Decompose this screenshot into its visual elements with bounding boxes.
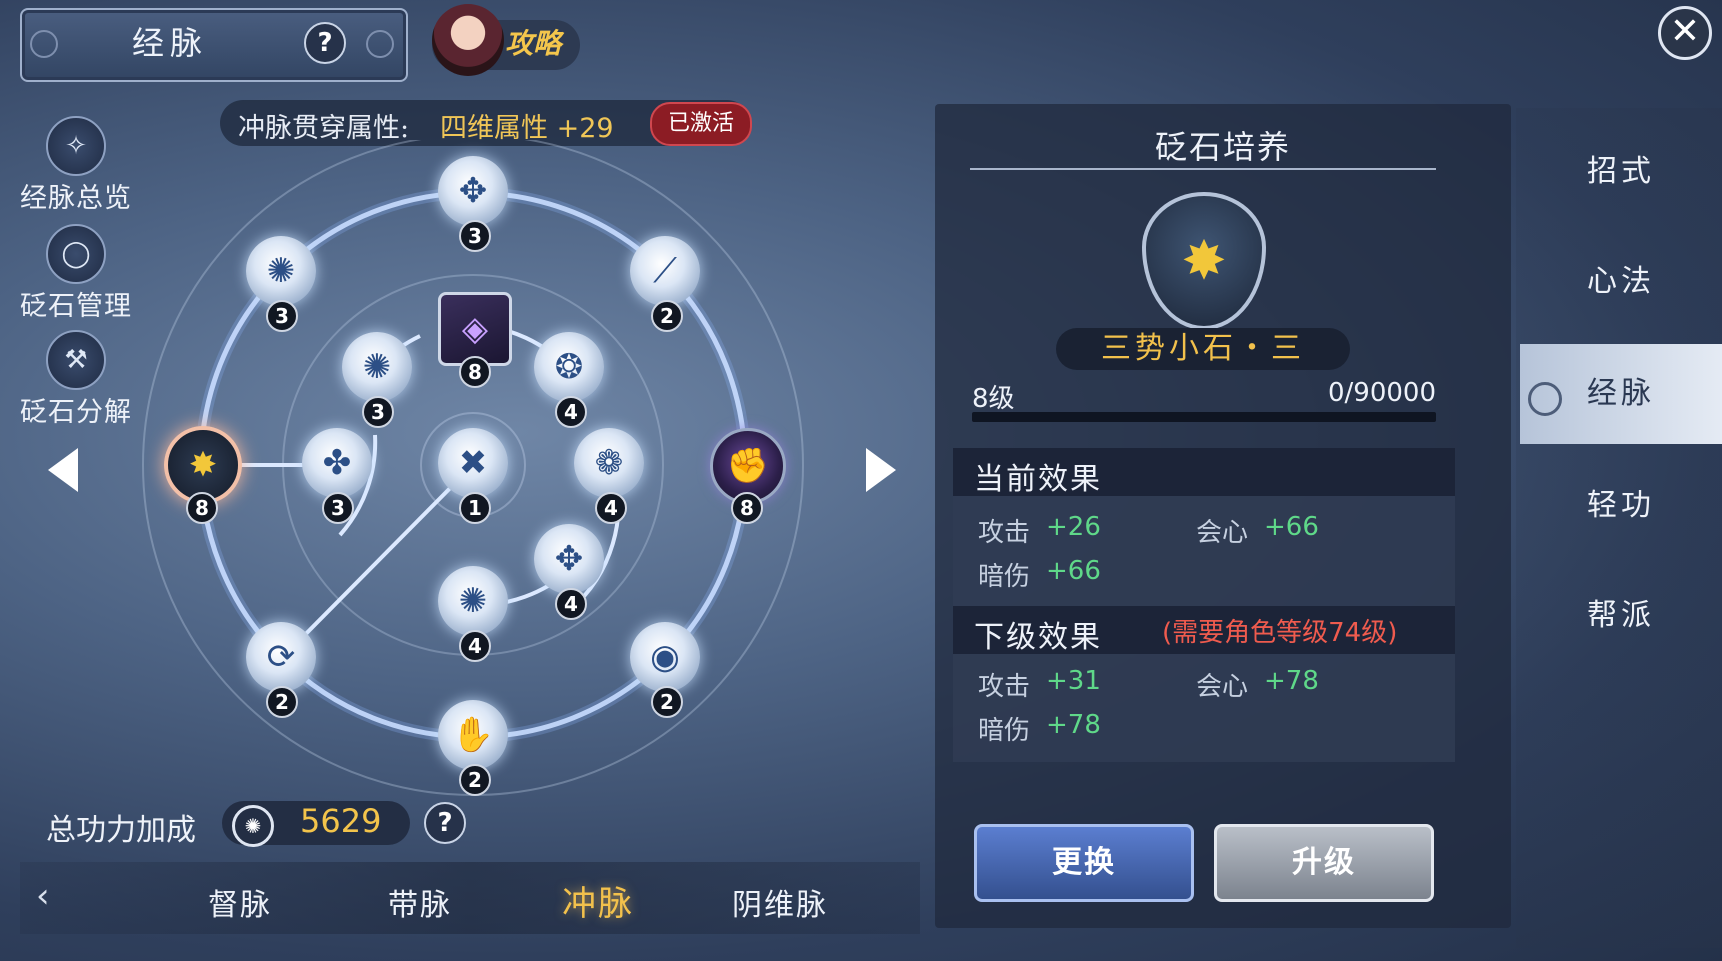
stat-value: +31 [1046, 666, 1101, 696]
next-arrow-icon[interactable] [866, 448, 896, 492]
stat-value: +26 [1046, 512, 1101, 542]
meridian-node[interactable]: ✥ [438, 156, 508, 226]
power-icon: ✺ [232, 805, 274, 847]
xp-progress-bar [972, 412, 1436, 422]
meridian-node[interactable]: ⟋ [630, 236, 700, 306]
nav-item-moves[interactable]: 招式 [1520, 122, 1722, 222]
purple-fist-icon: ✊ [726, 446, 770, 486]
cloud-swirl-icon: ❁ [594, 443, 624, 483]
stat-value: +66 [1046, 556, 1101, 586]
meridian-node[interactable]: ✋ [438, 700, 508, 770]
swirl-icon: ✥ [458, 171, 488, 211]
meridian-node[interactable]: ◈ [438, 292, 512, 366]
node-level: 3 [459, 220, 491, 252]
tri-swirl-icon: ✺ [458, 581, 488, 621]
tab-back-icon[interactable]: ‹ [36, 876, 50, 916]
meridian-node[interactable]: ✺ [438, 566, 508, 636]
close-button[interactable]: ✕ [1658, 6, 1712, 60]
node-level: 8 [186, 492, 218, 524]
stat-name: 暗伤 [978, 562, 1031, 592]
meridian-node[interactable]: ✖ [438, 428, 508, 498]
tri-swirl-icon: ✺ [362, 347, 392, 387]
stat-name: 攻击 [978, 672, 1031, 702]
upgrade-button[interactable]: 升级 [1214, 824, 1434, 902]
stone-level: 8级 [972, 384, 1015, 414]
spiral-icon: ❂ [554, 347, 584, 387]
node-level: 3 [362, 396, 394, 428]
node-level: 3 [266, 300, 298, 332]
stat-value: +78 [1264, 666, 1319, 696]
total-power-value: 5629 [300, 802, 382, 840]
node-level: 4 [459, 630, 491, 662]
violet-gem-icon: ◈ [461, 309, 489, 349]
hammer-icon[interactable]: ⚒ [46, 330, 106, 390]
meridian-node[interactable]: ✺ [342, 332, 412, 402]
panel-title: 砭石培养 [1154, 128, 1291, 166]
mask-icon: ✤ [322, 443, 352, 483]
prev-arrow-icon[interactable] [48, 448, 78, 492]
meridian-node[interactable]: ✺ [246, 236, 316, 306]
tab-du-mai[interactable]: 督脉 [208, 880, 272, 924]
node-level: 1 [459, 492, 491, 524]
page-title: 经脉 [131, 24, 208, 62]
cross-icon: ✖ [458, 443, 488, 483]
total-power-label: 总功力加成 [46, 813, 196, 848]
level-requirement: (需要角色等级74级) [1162, 618, 1398, 648]
swirl-icon: ✥ [554, 539, 584, 579]
stat-name: 攻击 [978, 518, 1031, 548]
meridian-node[interactable]: ✤ [302, 428, 372, 498]
nav-item-mind[interactable]: 心法 [1520, 232, 1722, 332]
meridian-node[interactable]: ◉ [630, 622, 700, 692]
help-button[interactable]: ? [304, 22, 346, 64]
node-level: 4 [555, 396, 587, 428]
stat-value: +78 [1046, 710, 1101, 740]
meridian-node[interactable]: ✥ [534, 524, 604, 594]
divider [970, 168, 1436, 170]
nav-item-guild[interactable]: 帮派 [1520, 566, 1722, 666]
stone-xp: 0/90000 [1327, 378, 1436, 408]
power-help-button[interactable]: ? [424, 802, 466, 844]
ring-icon[interactable]: ◯ [46, 224, 106, 284]
tab-dai-mai[interactable]: 带脉 [388, 880, 452, 924]
active-nav-icon [1528, 382, 1562, 416]
node-level: 4 [595, 492, 627, 524]
ornament-icon [30, 30, 58, 58]
stat-name: 暗伤 [978, 716, 1031, 746]
meridian-node[interactable]: ❂ [534, 332, 604, 402]
replace-button[interactable]: 更换 [974, 824, 1194, 902]
guide-label[interactable]: 攻略 [505, 22, 561, 62]
node-level: 8 [731, 492, 763, 524]
stat-name: 会心 [1196, 518, 1249, 548]
stone-name: 三势小石・三 [1101, 331, 1305, 366]
palm-icon: ✋ [451, 715, 495, 755]
current-effect-title: 当前效果 [974, 462, 1102, 497]
node-level: 2 [651, 686, 683, 718]
tri-swirl-icon: ✺ [266, 251, 296, 291]
blades-icon: ⟋ [653, 251, 677, 291]
stat-value: +66 [1264, 512, 1319, 542]
stat-name: 会心 [1196, 672, 1249, 702]
node-level: 2 [266, 686, 298, 718]
node-level: 8 [459, 356, 491, 388]
tab-chong-mai[interactable]: 冲脉 [562, 876, 634, 925]
constellation-icon[interactable]: ✧ [46, 116, 106, 176]
ornament-icon [366, 30, 394, 58]
node-level: 4 [555, 588, 587, 620]
node-level: 3 [322, 492, 354, 524]
node-level: 2 [459, 764, 491, 796]
nav-item-lightness[interactable]: 轻功 [1520, 456, 1722, 556]
node-level: 2 [651, 300, 683, 332]
golden-sword-icon: ✸ [188, 445, 218, 485]
tab-yin-wei-mai[interactable]: 阴维脉 [732, 880, 828, 924]
meridian-node[interactable]: ⟳ [246, 622, 316, 692]
meridian-node[interactable]: ❁ [574, 428, 644, 498]
next-effect-title: 下级效果 [974, 620, 1102, 655]
guide-avatar[interactable] [432, 4, 504, 76]
scroll-icon: ⟳ [266, 637, 296, 677]
eye-icon: ◉ [650, 637, 680, 677]
